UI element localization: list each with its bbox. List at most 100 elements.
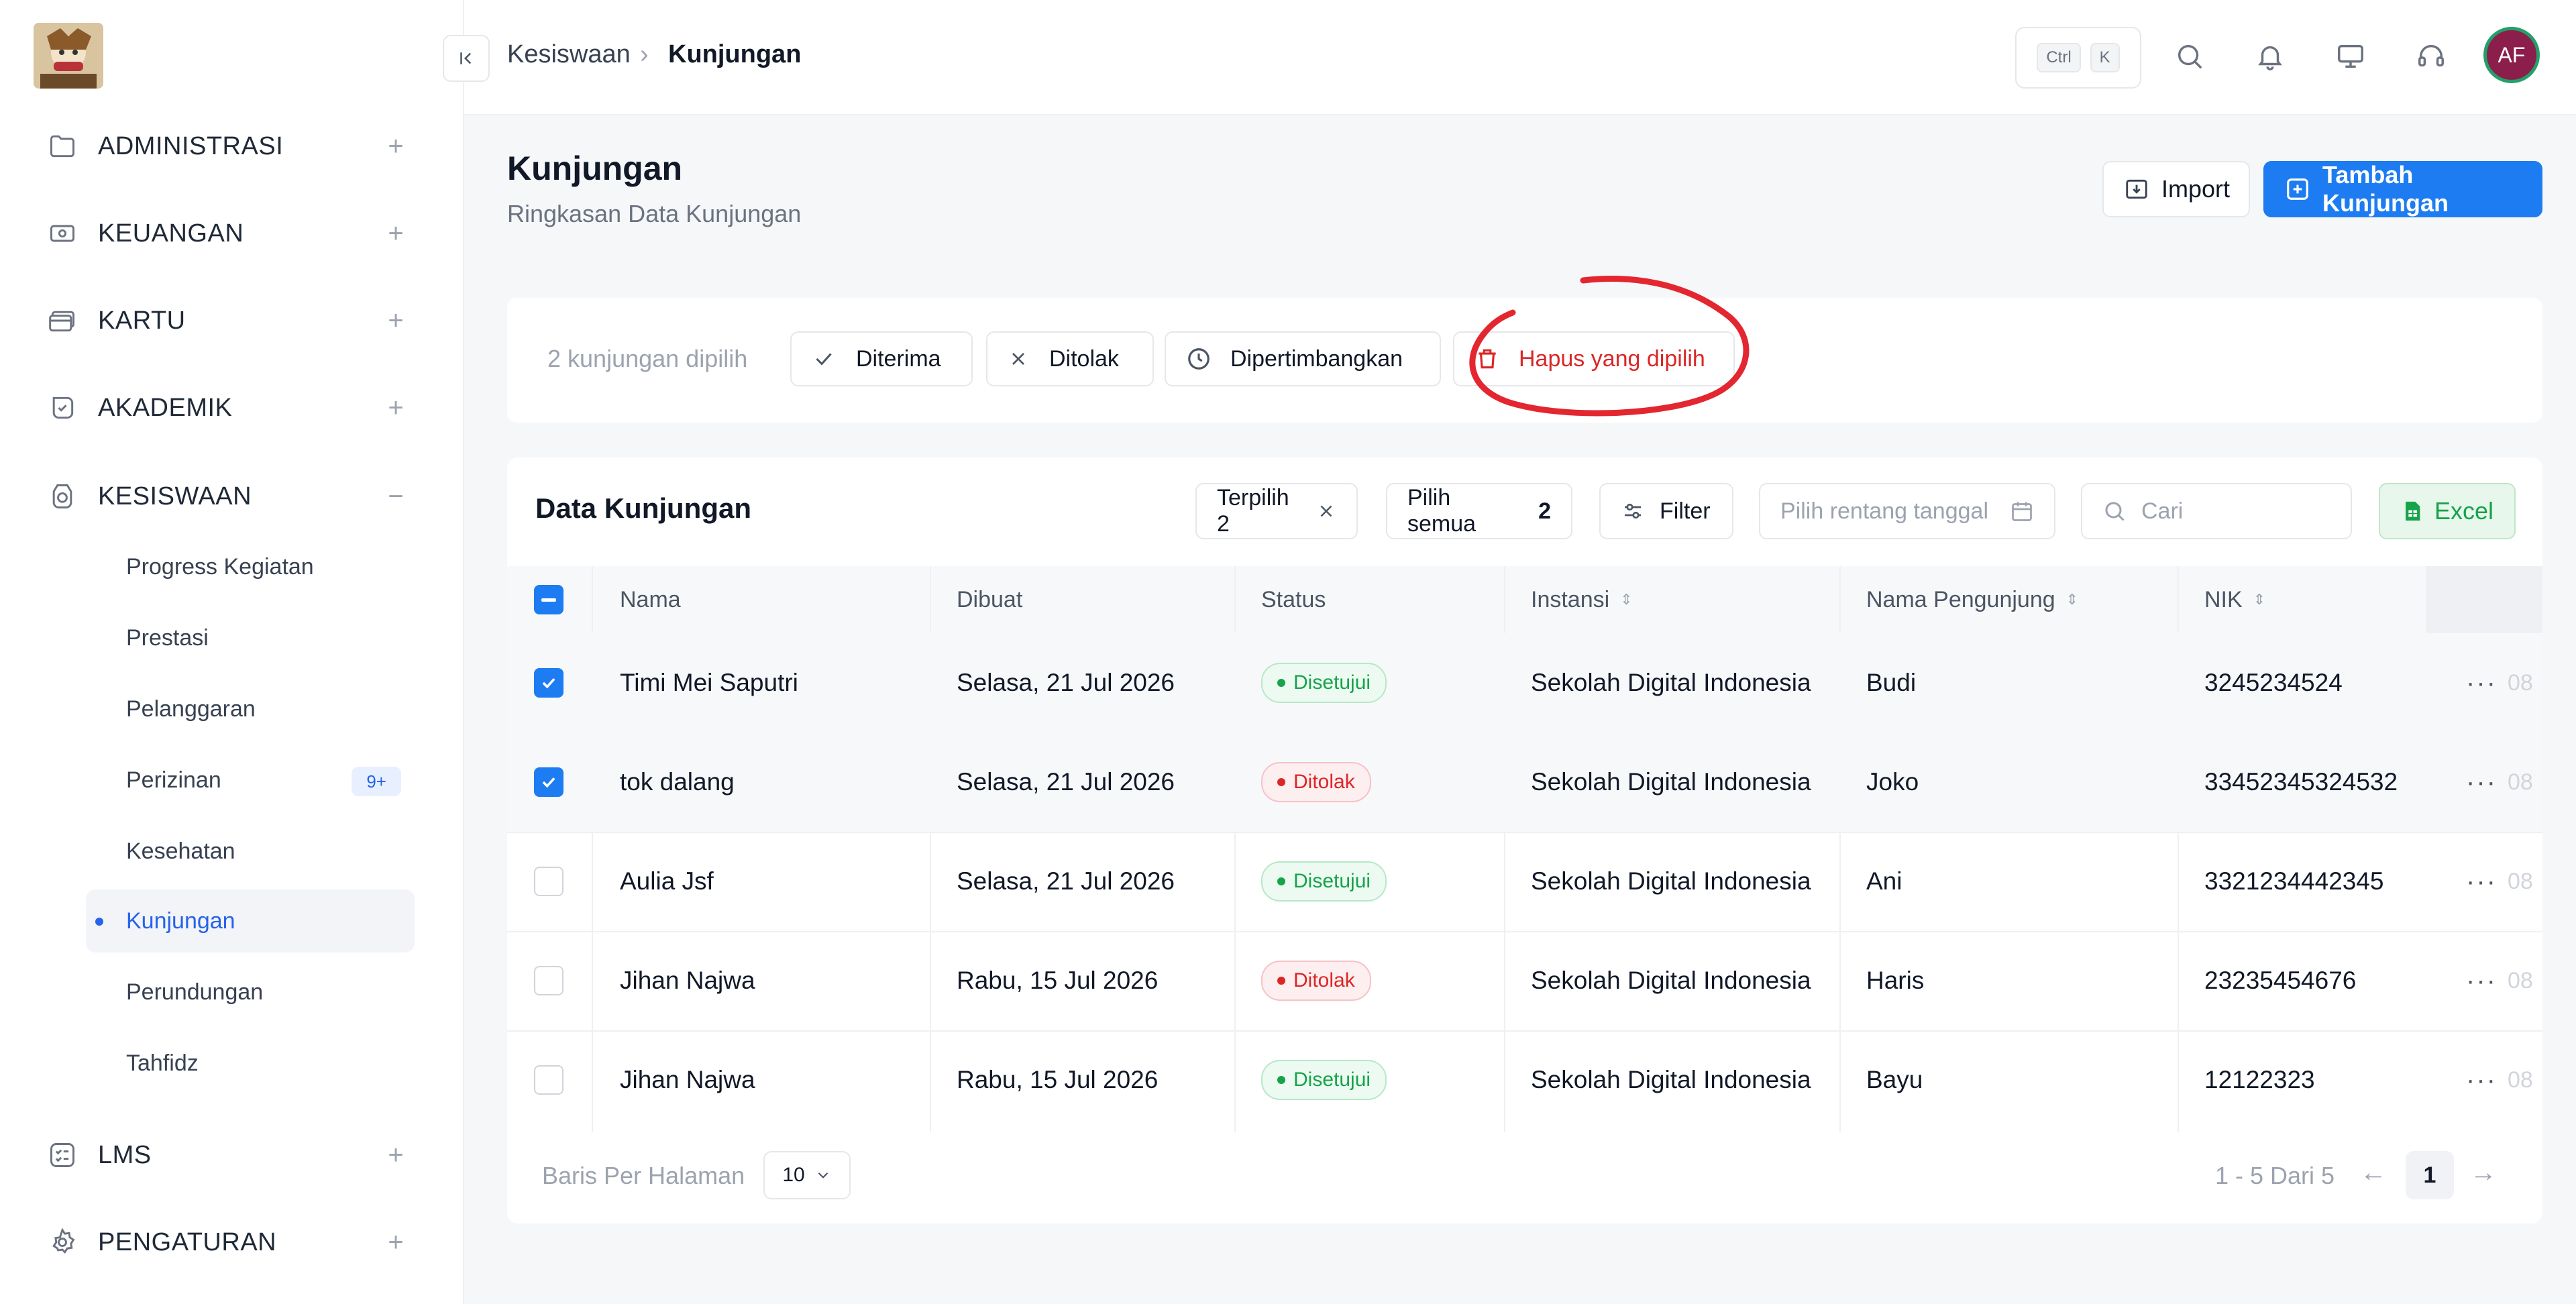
status-badge: Disetujui — [1261, 861, 1387, 902]
expand-icon[interactable]: + — [382, 1140, 409, 1171]
column-header-dibuat[interactable]: Dibuat — [957, 566, 1022, 633]
sidebar-item-perundungan[interactable]: Perundungan — [86, 961, 415, 1024]
sort-icon[interactable]: ⇕ — [1620, 591, 1632, 608]
reject-label: Ditolak — [1049, 345, 1119, 372]
row-checkbox[interactable] — [534, 767, 564, 797]
import-button[interactable]: Import — [2102, 161, 2250, 217]
cell-nama: tok dalang — [620, 768, 735, 796]
sidebar-item-label: Perizinan — [126, 767, 221, 793]
date-range-placeholder: Pilih rentang tanggal — [1780, 498, 1989, 524]
more-actions-icon[interactable]: ··· — [2466, 1030, 2497, 1130]
consider-selected-button[interactable]: Dipertimbangkan — [1165, 331, 1441, 386]
expand-icon[interactable]: + — [382, 1228, 409, 1258]
rows-per-page-select[interactable]: 10 — [763, 1151, 851, 1199]
card-icon — [47, 305, 78, 336]
arrow-right-icon[interactable]: → — [2470, 1158, 2497, 1188]
school-logo[interactable] — [34, 23, 103, 89]
select-all-checkbox[interactable] — [534, 566, 564, 633]
date-range-input[interactable]: Pilih rentang tanggal — [1759, 483, 2055, 539]
nav-group-keuangan[interactable]: KEUANGAN + — [47, 207, 409, 260]
more-actions-icon[interactable]: ··· — [2466, 832, 2497, 931]
nav-group-akademik[interactable]: AKADEMIK + — [47, 381, 409, 435]
sidebar-item-kesehatan[interactable]: Kesehatan — [86, 820, 415, 883]
arrow-left-icon[interactable]: ← — [2360, 1158, 2387, 1188]
nav-group-lms[interactable]: LMS + — [47, 1128, 409, 1182]
status-text: Disetujui — [1293, 1069, 1371, 1091]
rows-per-page-label: Baris Per Halaman — [542, 1162, 745, 1189]
sidebar-item-perizinan[interactable]: Perizinan 9+ — [86, 749, 415, 812]
monitor-icon[interactable] — [2329, 35, 2372, 78]
add-visit-button[interactable]: Tambah Kunjungan — [2263, 161, 2542, 217]
table-row[interactable]: Timi Mei Saputri Selasa, 21 Jul 2026 Dis… — [507, 633, 2542, 734]
sliders-icon — [1621, 499, 1645, 523]
table-row[interactable]: Jihan Najwa Rabu, 15 Jul 2026 Ditolak Se… — [507, 931, 2542, 1032]
expand-icon[interactable]: + — [382, 306, 409, 336]
cell-instansi: Sekolah Digital Indonesia — [1531, 768, 1811, 796]
more-actions-icon[interactable]: ··· — [2466, 633, 2497, 732]
command-palette-shortcut[interactable]: Ctrl K — [2015, 27, 2141, 89]
more-actions-icon[interactable]: ··· — [2466, 931, 2497, 1030]
collapse-icon[interactable]: − — [382, 482, 409, 512]
delete-selected-button[interactable]: Hapus yang dipilih — [1453, 331, 1735, 386]
academic-icon — [47, 392, 78, 423]
sidebar-item-prestasi[interactable]: Prestasi — [86, 606, 415, 669]
row-checkbox[interactable] — [534, 966, 564, 995]
sidebar-item-kunjungan[interactable]: Kunjungan — [86, 889, 415, 953]
table-row[interactable]: Aulia Jsf Selasa, 21 Jul 2026 Disetujui … — [507, 832, 2542, 932]
expand-icon[interactable]: + — [382, 393, 409, 423]
search-placeholder: Cari — [2141, 498, 2184, 524]
status-badge: Disetujui — [1261, 663, 1387, 703]
cell-nama: Jihan Najwa — [620, 967, 755, 994]
expand-icon[interactable]: + — [382, 219, 409, 249]
column-header-nik[interactable]: NIK ⇕ — [2204, 566, 2265, 633]
row-checkbox[interactable] — [534, 867, 564, 896]
search-input[interactable]: Cari — [2081, 483, 2352, 539]
selected-filter-chip[interactable]: Terpilih 2 — [1195, 483, 1358, 539]
filter-button[interactable]: Filter — [1599, 483, 1733, 539]
close-icon — [1008, 348, 1029, 370]
column-header-nama[interactable]: Nama — [620, 566, 681, 633]
trash-icon — [1474, 346, 1500, 372]
export-excel-button[interactable]: Excel — [2379, 483, 2516, 539]
check-icon — [812, 347, 836, 371]
plus-square-icon — [2285, 176, 2310, 202]
avatar[interactable]: AF — [2483, 27, 2540, 83]
breadcrumb-item[interactable]: Kesiswaan — [507, 40, 631, 69]
import-icon — [2124, 176, 2149, 202]
more-actions-icon[interactable]: ··· — [2466, 732, 2497, 832]
nav-group-administrasi[interactable]: ADMINISTRASI + — [47, 119, 409, 173]
delete-label: Hapus yang dipilih — [1519, 345, 1705, 372]
bell-icon[interactable] — [2249, 35, 2292, 78]
expand-icon[interactable]: + — [382, 131, 409, 162]
close-icon[interactable] — [1316, 501, 1336, 521]
calendar-icon — [2010, 499, 2034, 523]
row-checkbox[interactable] — [534, 668, 564, 698]
cell-instansi: Sekolah Digital Indonesia — [1531, 669, 1811, 696]
sort-icon[interactable]: ⇕ — [2066, 591, 2078, 608]
table-row[interactable]: tok dalang Selasa, 21 Jul 2026 Ditolak S… — [507, 732, 2542, 833]
sort-icon[interactable]: ⇕ — [2253, 591, 2265, 608]
column-header-nama-pengunjung[interactable]: Nama Pengunjung ⇕ — [1866, 566, 2078, 633]
search-icon[interactable] — [2168, 35, 2211, 78]
column-header-instansi[interactable]: Instansi ⇕ — [1531, 566, 1633, 633]
row-checkbox[interactable] — [534, 1065, 564, 1095]
table-row[interactable]: Jihan Najwa Rabu, 15 Jul 2026 Disetujui … — [507, 1030, 2542, 1130]
sidebar-item-progress-kegiatan[interactable]: Progress Kegiatan — [86, 535, 415, 598]
nav-group-kesiswaan[interactable]: KESISWAAN − — [47, 470, 409, 523]
collapse-sidebar-button[interactable] — [443, 35, 490, 82]
nav-group-kartu[interactable]: KARTU + — [47, 294, 409, 347]
nav-group-label: KEUANGAN — [98, 219, 244, 248]
column-header-status[interactable]: Status — [1261, 566, 1326, 633]
page-button-current[interactable]: 1 — [2406, 1151, 2454, 1199]
nav-group-pengaturan[interactable]: PENGATURAN + — [47, 1215, 409, 1269]
reject-selected-button[interactable]: Ditolak — [986, 331, 1154, 386]
search-icon — [2102, 499, 2127, 523]
accept-selected-button[interactable]: Diterima — [790, 331, 973, 386]
sidebar-item-tahfidz[interactable]: Tahfidz — [86, 1032, 415, 1095]
sidebar-item-pelanggaran[interactable]: Pelanggaran — [86, 677, 415, 741]
indeterminate-checkbox[interactable] — [534, 585, 564, 614]
rows-per-page-value: 10 — [782, 1164, 805, 1186]
headset-icon[interactable] — [2410, 35, 2453, 78]
select-all-button[interactable]: Pilih semua 2 — [1386, 483, 1572, 539]
cell-nik: 12122323 — [2204, 1066, 2315, 1093]
